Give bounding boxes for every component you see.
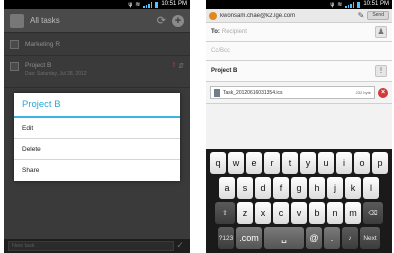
menu-item-delete[interactable]: Delete <box>14 139 180 160</box>
key-n[interactable]: n <box>327 202 343 224</box>
compose-header: kwonsam.chae@k2.lge.com ✎ Send <box>206 9 392 23</box>
attach-icon[interactable]: ✎ <box>358 11 365 20</box>
at-key[interactable]: @ <box>306 227 322 249</box>
attachment-size: 232 byte <box>355 90 371 95</box>
priority-icon[interactable]: ! <box>375 65 387 77</box>
key-x[interactable]: x <box>255 202 271 224</box>
key-v[interactable]: v <box>291 202 307 224</box>
key-e[interactable]: e <box>246 152 262 174</box>
attachment-filename: Task_20120616031354.ics <box>223 89 283 96</box>
sender-account[interactable]: kwonsam.chae@k2.lge.com <box>220 13 355 19</box>
key-w[interactable]: w <box>228 152 244 174</box>
attachment-chip[interactable]: Task_20120616031354.ics 232 byte <box>210 86 375 99</box>
task-checkbox[interactable] <box>10 40 19 49</box>
key-y[interactable]: y <box>300 152 316 174</box>
period-key[interactable]: . <box>324 227 340 249</box>
key-s[interactable]: s <box>237 177 253 199</box>
symbols-key[interactable]: ?123 <box>218 227 234 249</box>
key-p[interactable]: p <box>372 152 388 174</box>
new-task-bar: New task ✓ <box>4 239 190 253</box>
key-q[interactable]: q <box>210 152 226 174</box>
signal-icon <box>143 1 153 8</box>
cc-bcc-field[interactable]: Cc/Bcc <box>206 42 392 61</box>
file-icon <box>214 88 220 97</box>
status-time: 10:51 PM <box>363 1 389 7</box>
attachment-row: Task_20120616031354.ics 232 byte × <box>206 82 392 104</box>
send-button[interactable]: Send <box>367 11 389 20</box>
new-task-input[interactable]: New task <box>8 241 174 251</box>
key-b[interactable]: b <box>309 202 325 224</box>
menu-item-edit[interactable]: Edit <box>14 118 180 139</box>
email-account-icon <box>209 11 217 20</box>
task-label: Project B <box>25 62 52 69</box>
key-c[interactable]: c <box>273 202 289 224</box>
tasks-titlebar: All tasks ⟳ + <box>4 9 190 33</box>
microphone-icon[interactable]: ♪ <box>342 227 358 249</box>
to-field[interactable]: To: Recipient ♟ <box>206 23 392 42</box>
subject-field[interactable]: Project B ! <box>206 61 392 82</box>
subject-input[interactable]: Project B <box>211 68 375 74</box>
cc-bcc-input[interactable]: Cc/Bcc <box>211 48 387 54</box>
keyboard-row-1: q w e r t y u i o p <box>208 152 390 174</box>
checkmark-icon[interactable]: ✓ <box>174 241 186 251</box>
space-key[interactable]: ␣ <box>264 227 304 249</box>
key-g[interactable]: g <box>291 177 307 199</box>
task-label: Marketing R <box>25 41 61 48</box>
contacts-icon[interactable]: ♟ <box>375 26 387 38</box>
key-z[interactable]: z <box>237 202 253 224</box>
menu-item-share[interactable]: Share <box>14 160 180 181</box>
key-t[interactable]: t <box>282 152 298 174</box>
keyboard-row-4: ?123 .com ␣ @ . ♪ Next <box>208 227 390 249</box>
key-r[interactable]: r <box>264 152 280 174</box>
tasks-app-icon[interactable] <box>10 13 24 28</box>
key-k[interactable]: k <box>345 177 361 199</box>
signal-icon <box>345 1 355 8</box>
sync-icon[interactable]: ⟳ <box>157 14 166 27</box>
usb-icon: ψ <box>330 1 335 8</box>
status-bar: ψ ≋ 10:51 PM <box>206 0 392 9</box>
recipient-input[interactable]: Recipient <box>222 29 375 35</box>
keyboard-row-3: ⇧ z x c v b n m ⌫ <box>208 202 390 224</box>
dotcom-key[interactable]: .com <box>236 227 262 249</box>
task-checkbox[interactable] <box>10 62 19 71</box>
context-menu-dialog: Project B Edit Delete Share <box>14 93 180 181</box>
key-m[interactable]: m <box>345 202 361 224</box>
key-h[interactable]: h <box>309 177 325 199</box>
compose-email-screen: ψ ≋ 10:51 PM kwonsam.chae@k2.lge.com ✎ S… <box>206 0 392 253</box>
key-d[interactable]: d <box>255 177 271 199</box>
task-list: Marketing R Project B Due: Saturday, Jul… <box>4 34 190 88</box>
task-due-date: Due: Saturday, Jul 28, 2012 <box>25 71 87 77</box>
list-item[interactable]: Marketing R <box>4 34 190 56</box>
key-i[interactable]: i <box>336 152 352 174</box>
tasks-screen: ψ ≋ 10:51 PM All tasks ⟳ + Marketing R P… <box>4 0 190 253</box>
usb-icon: ψ <box>128 1 133 8</box>
status-time: 10:51 PM <box>161 1 187 7</box>
status-bar: ψ ≋ 10:51 PM <box>4 0 190 9</box>
battery-icon <box>155 1 159 8</box>
remove-attachment-icon[interactable]: × <box>378 87 388 98</box>
task-list-selector[interactable]: All tasks <box>30 16 151 25</box>
key-j[interactable]: j <box>327 177 343 199</box>
list-item[interactable]: Project B Due: Saturday, Jul 28, 2012 ! … <box>4 56 190 88</box>
shift-key-icon[interactable]: ⇧ <box>215 202 235 224</box>
key-u[interactable]: u <box>318 152 334 174</box>
reminder-icon: ⇵ <box>178 63 184 70</box>
add-task-button[interactable]: + <box>172 14 184 27</box>
key-l[interactable]: l <box>363 177 379 199</box>
wifi-icon: ≋ <box>135 1 141 8</box>
key-f[interactable]: f <box>273 177 289 199</box>
battery-icon <box>357 1 361 8</box>
key-a[interactable]: a <box>219 177 235 199</box>
backspace-key-icon[interactable]: ⌫ <box>363 202 383 224</box>
dialog-title: Project B <box>14 93 180 118</box>
wifi-icon: ≋ <box>337 1 343 8</box>
to-label: To: <box>211 29 220 35</box>
key-o[interactable]: o <box>354 152 370 174</box>
next-key[interactable]: Next <box>360 227 380 249</box>
keyboard-row-2: a s d f g h j k l <box>208 177 390 199</box>
soft-keyboard: q w e r t y u i o p a s d f g h j k l ⇧ … <box>206 149 392 253</box>
priority-icon: ! <box>172 62 176 69</box>
